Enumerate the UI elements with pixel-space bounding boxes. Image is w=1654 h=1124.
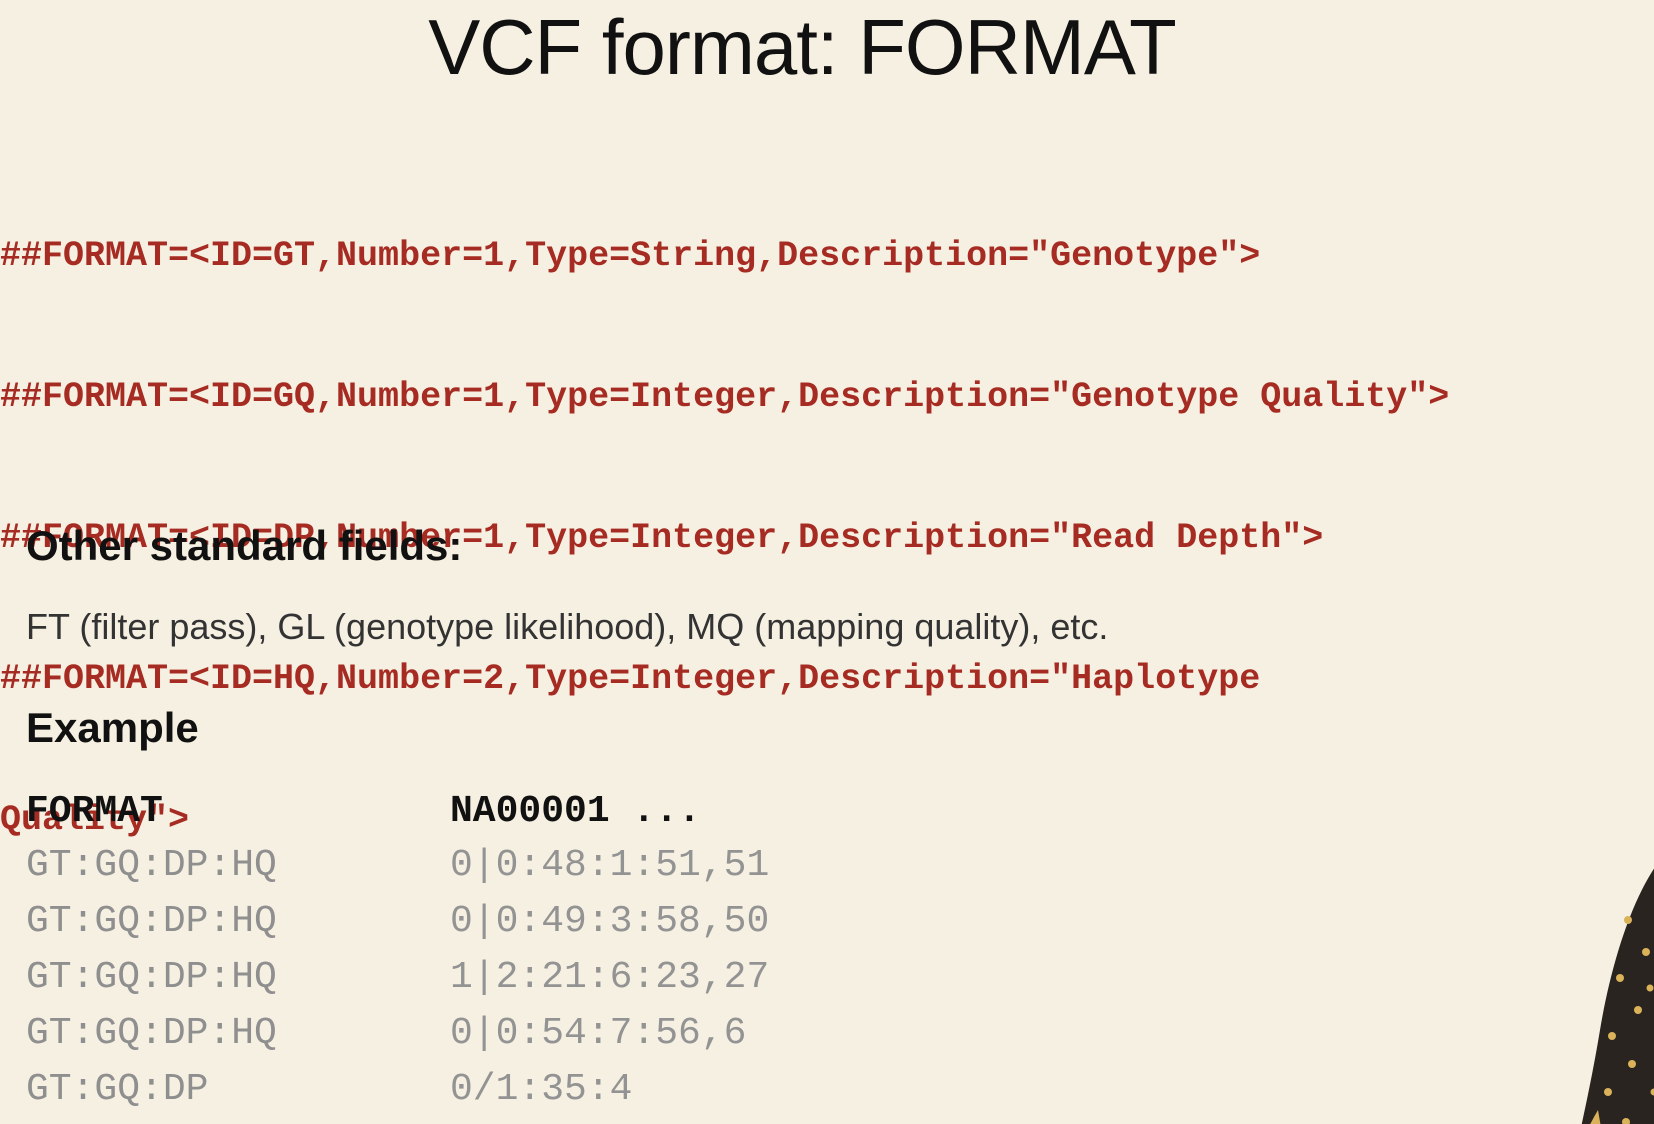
example-sample-cell: 0|0:54:7:56,6: [450, 1012, 747, 1055]
example-row: GT:GQ:DP:HQ 0|0:49:3:58,50: [26, 894, 769, 950]
slide: VCF format: FORMAT ##FORMAT=<ID=GT,Numbe…: [0, 0, 1654, 1124]
example-format-cell: GT:GQ:DP: [26, 1068, 209, 1111]
example-sample-cell: 0|0:48:1:51,51: [450, 844, 770, 887]
example-column-sample: NA00001 ...: [450, 790, 701, 833]
example-row: GT:GQ:DP:HQ 1|2:21:6:23,27: [26, 950, 769, 1006]
example-format-cell: GT:GQ:DP:HQ: [26, 1012, 277, 1055]
format-line-gt: ##FORMAT=<ID=GT,Number=1,Type=String,Des…: [0, 236, 1261, 276]
presenter-image: [1581, 868, 1654, 1124]
example-row: GT:GQ:DP 0/1:35:4: [26, 1062, 769, 1118]
format-line-gq: ##FORMAT=<ID=GQ,Number=1,Type=Integer,De…: [0, 377, 1450, 417]
other-fields-text: FT (filter pass), GL (genotype likelihoo…: [26, 606, 1109, 647]
example-table: FORMAT NA00001 ... GT:GQ:DP:HQ 0|0:48:1:…: [26, 786, 769, 1118]
format-line-hq: ##FORMAT=<ID=HQ,Number=2,Type=Integer,De…: [0, 659, 1261, 699]
example-heading: Example: [26, 704, 199, 751]
example-column-format: FORMAT: [26, 790, 163, 833]
example-format-cell: GT:GQ:DP:HQ: [26, 900, 277, 943]
example-format-cell: GT:GQ:DP:HQ: [26, 956, 277, 999]
example-sample-cell: 1|2:21:6:23,27: [450, 956, 770, 999]
example-sample-cell: 0/1:35:4: [450, 1068, 633, 1111]
other-fields-heading: Other standard fields:: [26, 522, 463, 569]
example-row: GT:GQ:DP:HQ 0|0:54:7:56,6: [26, 1006, 769, 1062]
example-format-cell: GT:GQ:DP:HQ: [26, 844, 277, 887]
example-header-row: FORMAT NA00001 ...: [26, 786, 769, 838]
example-sample-cell: 0|0:49:3:58,50: [450, 900, 770, 943]
slide-title: VCF format: FORMAT: [428, 3, 1177, 91]
example-row: GT:GQ:DP:HQ 0|0:48:1:51,51: [26, 838, 769, 894]
